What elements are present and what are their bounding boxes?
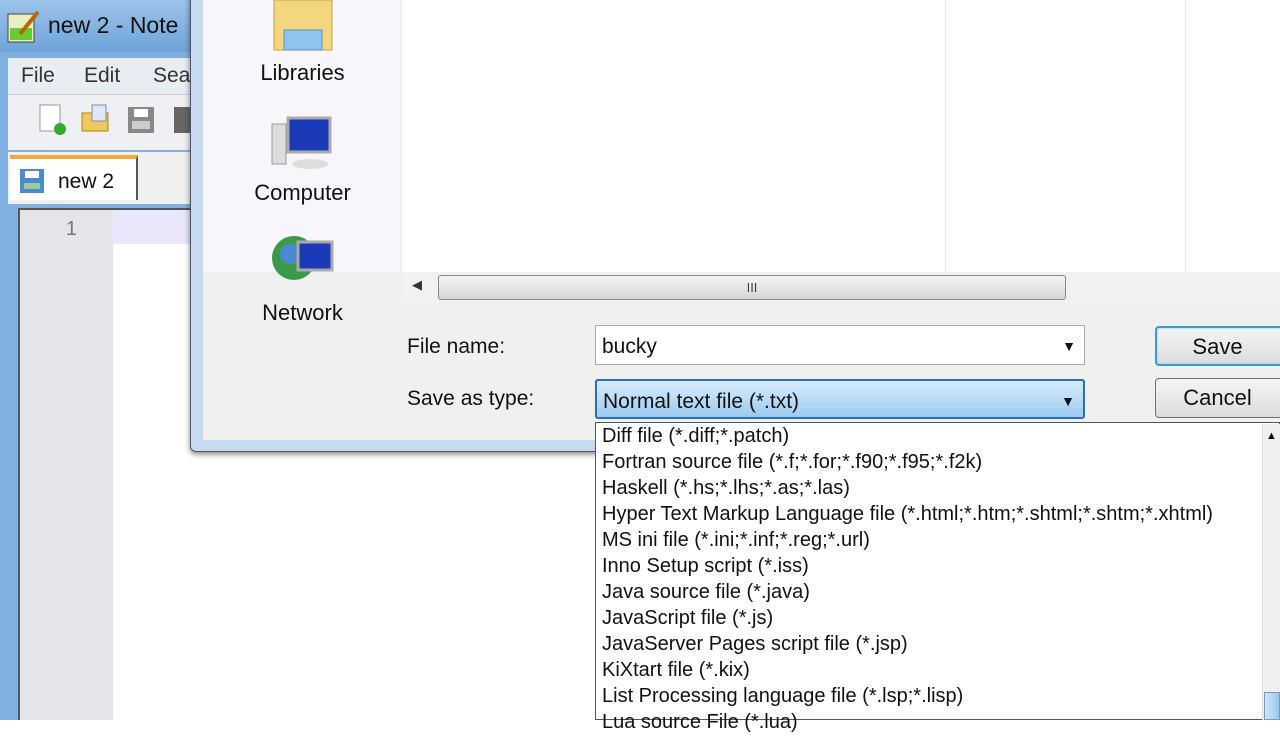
navigation-pane-bottom (203, 272, 400, 440)
line-number: 1 (65, 218, 77, 240)
save-icon[interactable] (126, 103, 156, 135)
file-saved-icon (20, 169, 44, 193)
scroll-left-icon[interactable]: ◀ (412, 277, 422, 293)
toolbar (8, 94, 200, 150)
list-item[interactable]: MS ini file (*.ini;*.inf;*.reg;*.url) (602, 529, 870, 555)
menu-edit[interactable]: Edit (84, 64, 120, 88)
network-icon (272, 236, 334, 280)
cancel-button[interactable]: Cancel (1155, 378, 1280, 418)
list-item[interactable]: KiXtart file (*.kix) (602, 659, 750, 685)
chevron-down-icon[interactable]: ▼ (1061, 393, 1075, 409)
menu-file[interactable]: File (21, 64, 55, 88)
menu-bar: File Edit Sea (8, 58, 200, 94)
libraries-icon (273, 0, 333, 51)
list-item[interactable]: Diff file (*.diff;*.patch) (602, 425, 789, 451)
save-type-label: Save as type: (407, 387, 535, 410)
notepad-app-icon (7, 10, 40, 43)
list-item[interactable]: List Processing language file (*.lsp;*.l… (602, 685, 963, 711)
list-item[interactable]: Hyper Text Markup Language file (*.html;… (602, 503, 1213, 529)
list-item[interactable]: Lua source File (*.lua) (602, 711, 798, 737)
tab-new-2[interactable]: new 2 (10, 155, 138, 200)
save-type-select[interactable]: Normal text file (*.txt) ▼ (595, 379, 1085, 419)
list-item[interactable]: Fortran source file (*.f;*.for;*.f90;*.f… (602, 451, 982, 477)
list-item[interactable]: JavaScript file (*.js) (602, 607, 773, 633)
list-item[interactable]: JavaServer Pages script file (*.jsp) (602, 633, 908, 659)
computer-icon (271, 116, 332, 169)
window-title: new 2 - Note (48, 12, 179, 38)
file-name-value: bucky (602, 335, 657, 358)
scroll-up-icon[interactable]: ▲ (1266, 430, 1277, 442)
nav-computer[interactable]: Computer (210, 180, 395, 206)
dropdown-scroll-thumb[interactable] (1264, 692, 1280, 720)
save-type-dropdown-list: Diff file (*.diff;*.patch) Fortran sourc… (595, 422, 1280, 733)
column-divider (1185, 0, 1186, 272)
nav-libraries[interactable]: Libraries (210, 60, 395, 86)
chevron-down-icon[interactable]: ▼ (1062, 338, 1076, 354)
open-file-icon[interactable] (80, 103, 110, 135)
dropdown-scrollbar[interactable]: ▲ (1262, 424, 1280, 720)
scrollbar-thumb[interactable]: III (438, 275, 1066, 300)
new-file-icon[interactable] (36, 103, 66, 135)
file-name-label: File name: (407, 335, 506, 358)
list-item[interactable]: Java source file (*.java) (602, 581, 810, 607)
save-type-value: Normal text file (*.txt) (603, 390, 800, 413)
column-divider (945, 0, 946, 272)
menu-search[interactable]: Sea (153, 64, 190, 88)
file-list[interactable] (402, 0, 1280, 272)
notepad-title-bar: new 2 - Note (0, 0, 200, 52)
list-item[interactable]: Haskell (*.hs;*.lhs;*.as;*.las) (602, 477, 850, 503)
tab-label: new 2 (58, 170, 115, 193)
file-name-input[interactable]: bucky ▼ (595, 325, 1085, 365)
save-button[interactable]: Save (1155, 326, 1280, 366)
line-number-gutter: 1 (20, 210, 113, 720)
nav-network[interactable]: Network (210, 300, 395, 326)
list-item[interactable]: Inno Setup script (*.iss) (602, 555, 809, 581)
